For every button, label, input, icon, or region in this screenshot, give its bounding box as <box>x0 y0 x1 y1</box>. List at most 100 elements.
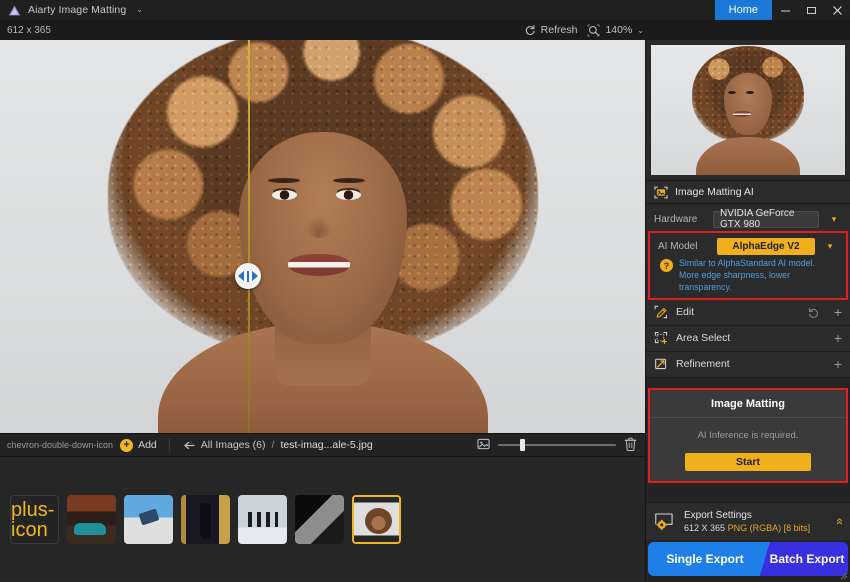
chevron-up-icon[interactable]: » <box>831 518 846 525</box>
chevron-double-down-icon[interactable]: chevron-double-down-icon <box>0 440 120 450</box>
eyebrow-right <box>333 178 365 183</box>
chevron-down-icon[interactable]: ▾ <box>826 214 842 225</box>
thumb-image <box>181 495 230 544</box>
refresh-label: Refresh <box>540 24 578 36</box>
app-title: Aiarty Image Matting <box>28 4 127 16</box>
slider-knob[interactable] <box>520 439 525 451</box>
add-icon[interactable]: + <box>828 357 842 371</box>
arrow-left-icon[interactable] <box>184 441 195 450</box>
add-image-tile[interactable]: plus-icon <box>10 495 59 544</box>
preview-eye-right <box>746 91 754 94</box>
export-settings-icon <box>655 513 673 530</box>
undo-icon[interactable] <box>807 307 820 318</box>
image-size-icon[interactable] <box>477 438 490 453</box>
ai-model-highlight-box: AI Model AlphaEdge V2 ▾ ? Similar to Alp… <box>648 231 848 300</box>
add-button[interactable]: + Add <box>120 438 169 452</box>
close-icon[interactable] <box>824 0 850 20</box>
refresh-icon <box>525 25 535 35</box>
breadcrumb-current-file: test-imag...ale-5.jpg <box>280 439 373 451</box>
preview-pane[interactable] <box>646 40 850 180</box>
ai-model-row: AI Model AlphaEdge V2 ▾ <box>650 235 846 257</box>
image-canvas[interactable] <box>0 40 645 433</box>
compare-divider-line <box>248 40 250 433</box>
export-format: PNG (RGBA) [8 bits] <box>727 523 811 533</box>
image-matting-ai-icon <box>654 186 668 198</box>
hardware-row: Hardware NVIDIA GeForce GTX 980 ▾ <box>646 208 850 230</box>
panel-header-image-matting-ai[interactable]: Image Matting AI <box>646 180 850 204</box>
left-column: chevron-double-down-icon + Add All Image… <box>0 40 645 582</box>
preview-eye-left <box>728 91 736 94</box>
zoom-control[interactable]: 140% ⌄ <box>587 23 644 37</box>
sidebar-item-refinement[interactable]: Refinement + <box>646 351 850 378</box>
refinement-icon <box>655 358 667 370</box>
sidebar-item-area-select[interactable]: Area Select + <box>646 325 850 352</box>
brand-group[interactable]: Aiarty Image Matting ⌄ <box>0 4 143 17</box>
hardware-dropdown[interactable]: NVIDIA GeForce GTX 980 <box>713 208 819 230</box>
thumb-image <box>67 495 116 544</box>
area-select-icon <box>654 332 668 345</box>
breadcrumb-all-images[interactable]: All Images (6) <box>201 439 266 451</box>
export-settings-texts: Export Settings 612 X 365 PNG (RGBA) [8 … <box>684 510 827 533</box>
refresh-button[interactable]: Refresh <box>524 24 578 36</box>
batch-export-button[interactable]: Batch Export <box>760 542 848 576</box>
thumbnail-strip[interactable]: plus-icon <box>0 457 645 582</box>
preview-mouth <box>733 111 751 117</box>
nose-region <box>306 216 332 238</box>
thumbnail-item-bw[interactable] <box>295 495 344 544</box>
start-button[interactable]: Start <box>685 452 811 471</box>
ai-model-hint-text: Similar to AlphaStandard AI model. More … <box>679 258 838 294</box>
export-dimensions: 612 X 365 <box>684 523 726 533</box>
breadcrumb: All Images (6) / test-imag...ale-5.jpg <box>170 439 373 451</box>
image-matting-card-note: AI Inference is required. <box>697 429 799 441</box>
export-buttons-row: Single Export Batch Export <box>646 540 850 582</box>
chevron-down-icon[interactable]: ⌄ <box>637 26 644 35</box>
sidebar-item-label: Refinement <box>676 358 730 371</box>
thumb-image <box>124 495 173 544</box>
face-region <box>238 132 407 344</box>
single-export-button[interactable]: Single Export <box>648 542 770 576</box>
portrait-preview <box>651 45 845 175</box>
sidebar-item-label: Area Select <box>676 332 731 345</box>
handle-bar-glyph <box>247 270 249 282</box>
eye-left <box>272 190 297 200</box>
right-sidebar: Image Matting AI Hardware NVIDIA GeForce… <box>645 40 850 582</box>
thumbnail-item-jump[interactable] <box>238 495 287 544</box>
hardware-label: Hardware <box>654 213 698 225</box>
sidebar-item-edit[interactable]: Edit + <box>646 299 850 326</box>
panel-title-image-matting-ai: Image Matting AI <box>675 186 754 198</box>
image-matting-card-title: Image Matting <box>650 390 846 418</box>
image-dimensions-label: 612 x 365 <box>7 24 51 36</box>
ai-model-dropdown[interactable]: AlphaEdge V2 <box>717 237 815 255</box>
image-matting-action-card: Image Matting AI Inference is required. … <box>648 387 848 483</box>
add-icon[interactable]: + <box>828 305 842 319</box>
thumbnail-item-dress[interactable] <box>181 495 230 544</box>
tab-home[interactable]: Home <box>714 0 772 20</box>
sidebar-item-label: Edit <box>676 306 695 319</box>
hint-line-1: Similar to AlphaStandard AI model. <box>679 258 815 268</box>
chevron-down-icon[interactable]: ⌄ <box>136 6 143 14</box>
zoom-magnifier-icon <box>587 23 600 37</box>
add-icon[interactable]: + <box>828 331 842 345</box>
question-mark-icon[interactable]: ? <box>660 259 673 272</box>
maximize-icon[interactable] <box>798 0 824 20</box>
thumbnail-item-skate[interactable] <box>124 495 173 544</box>
app-window: Aiarty Image Matting ⌄ Home 612 x 365 Re… <box>0 0 850 582</box>
compare-slider-handle-icon[interactable] <box>235 263 261 289</box>
thumbnail-size-slider[interactable] <box>498 439 616 451</box>
sidebar-panels: Image Matting AI Hardware NVIDIA GeForce… <box>646 180 850 502</box>
ai-model-label: AI Model <box>658 240 698 252</box>
canvas-photo <box>0 40 645 433</box>
export-settings-subtitle: 612 X 365 PNG (RGBA) [8 bits] <box>684 523 827 533</box>
trash-icon[interactable] <box>624 437 637 454</box>
slider-track <box>498 444 616 446</box>
hint-line-2: More edge sharpness, lower transparency. <box>679 269 790 292</box>
info-toolbar: 612 x 365 Refresh 140% ⌄ <box>0 20 850 40</box>
thumbnail-item-car[interactable] <box>67 495 116 544</box>
export-settings-row[interactable]: Export Settings 612 X 365 PNG (RGBA) [8 … <box>646 502 850 540</box>
preview-face <box>724 73 772 135</box>
thumbnail-item-portrait-selected[interactable] <box>352 495 401 544</box>
main-body: chevron-double-down-icon + Add All Image… <box>0 40 850 582</box>
eye-right <box>336 190 361 200</box>
minimize-icon[interactable] <box>772 0 798 20</box>
chevron-down-icon[interactable]: ▾ <box>822 241 838 252</box>
